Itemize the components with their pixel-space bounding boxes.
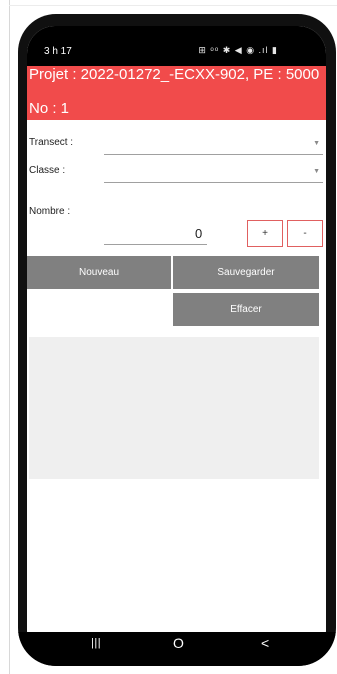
project-header: Projet : 2022-01272_-ECXX-902, PE : 5000…	[27, 66, 326, 120]
nombre-input[interactable]: 0	[195, 226, 202, 241]
nombre-label: Nombre :	[29, 206, 71, 217]
classe-select-underline	[104, 182, 323, 183]
recent-apps-icon[interactable]: |||	[91, 636, 101, 650]
records-list[interactable]	[29, 337, 319, 479]
phone-screen: 3 h 17 ⊞ ᵒᵒ ✱ ◀ ◉ .ıl ▮ Projet : 2022-01…	[27, 26, 326, 637]
project-title: Projet : 2022-01272_-ECXX-902, PE : 5000	[29, 66, 320, 83]
record-number: No : 1	[29, 100, 70, 117]
page-left-border	[9, 0, 10, 674]
android-nav-bar: ||| O <	[18, 632, 336, 666]
nouveau-button[interactable]: Nouveau	[27, 256, 171, 289]
phone-frame: 3 h 17 ⊞ ᵒᵒ ✱ ◀ ◉ .ıl ▮ Projet : 2022-01…	[18, 14, 336, 666]
transect-dropdown-arrow-icon[interactable]: ▼	[313, 140, 320, 147]
transect-select-underline	[104, 154, 323, 155]
status-icons: ⊞ ᵒᵒ ✱ ◀ ◉ .ıl ▮	[198, 45, 278, 55]
sauvegarder-button[interactable]: Sauvegarder	[173, 256, 319, 289]
status-time: 3 h 17	[44, 46, 72, 57]
back-icon[interactable]: <	[261, 636, 269, 650]
nombre-input-underline	[104, 244, 207, 245]
page-top-border	[9, 5, 337, 6]
status-bar: 3 h 17 ⊞ ᵒᵒ ✱ ◀ ◉ .ıl ▮	[27, 26, 326, 66]
increment-button[interactable]: +	[247, 220, 283, 247]
home-icon[interactable]: O	[173, 636, 184, 650]
classe-dropdown-arrow-icon[interactable]: ▼	[313, 168, 320, 175]
decrement-button[interactable]: -	[287, 220, 323, 247]
effacer-button[interactable]: Effacer	[173, 293, 319, 326]
classe-label: Classe :	[29, 165, 66, 176]
transect-label: Transect :	[29, 137, 74, 148]
